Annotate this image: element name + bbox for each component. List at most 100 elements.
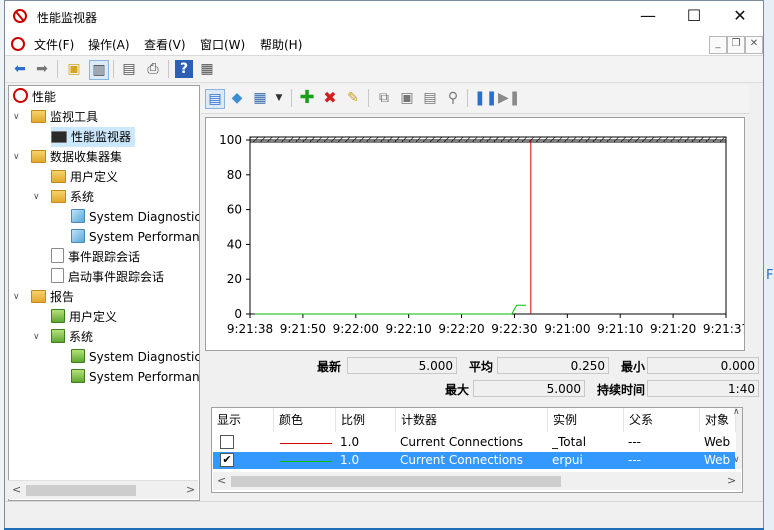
data-collector-set-icon (71, 229, 85, 243)
scroll-right-icon[interactable]: > (727, 474, 736, 487)
menu-window[interactable]: 窗口(W) (200, 36, 245, 53)
performance-icon (13, 88, 28, 103)
table-vertical-scrollbar[interactable]: ∧ ∨ (733, 408, 742, 469)
tree-item-report-system-performance[interactable]: System Performance (71, 367, 199, 387)
scroll-up-icon[interactable]: ∧ (733, 408, 740, 417)
average-value: 0.250 (497, 357, 609, 374)
tree-item-data-collector-sets[interactable]: ∨ 数据收集器集 (13, 147, 122, 167)
mmc-system-menu-icon[interactable] (11, 37, 25, 51)
print-icon[interactable]: ⎙ (144, 60, 162, 78)
tree-item-system-performance[interactable]: System Performance (71, 227, 199, 247)
view-current-activity-icon[interactable]: ▤ (205, 89, 225, 109)
performance-monitor-icon (51, 131, 67, 143)
minimize-button[interactable]: — (625, 1, 671, 33)
status-bar (5, 501, 763, 528)
show-checkbox[interactable] (220, 435, 234, 449)
title-bar: 性能监视器 — ☐ ✕ (5, 1, 763, 33)
child-minimize-button[interactable]: _ (709, 36, 727, 54)
tree-item-reports[interactable]: ∨ 报告 (13, 287, 74, 307)
header-counter[interactable]: 计数器 (396, 408, 548, 432)
menu-file[interactable]: 文件(F) (34, 36, 74, 53)
x-tick-label: 9:22:00 (333, 322, 379, 336)
row-counter: Current Connections (400, 453, 524, 467)
show-hide-console-tree-icon[interactable]: ▥ (89, 60, 109, 80)
chevron-down-icon[interactable]: ∨ (33, 327, 43, 347)
back-arrow-icon[interactable]: ⬅ (11, 60, 29, 78)
tree-item-system-diagnostics[interactable]: System Diagnostics (71, 207, 199, 227)
maximize-button[interactable]: ☐ (671, 1, 717, 33)
scroll-left-icon[interactable]: < (12, 483, 21, 496)
scroll-down-icon[interactable]: ∨ (733, 455, 740, 465)
folder-icon (51, 170, 66, 183)
tree-scrollbar-thumb[interactable] (26, 485, 136, 496)
tree-item-system[interactable]: ∨ 系统 (33, 187, 94, 207)
header-instance[interactable]: 实例 (548, 408, 624, 432)
minimum-value: 0.000 (647, 357, 759, 374)
scroll-left-icon[interactable]: < (217, 474, 226, 487)
properties-icon[interactable]: ▦ (198, 60, 216, 78)
menu-help[interactable]: 帮助(H) (260, 36, 302, 53)
chevron-down-icon[interactable]: ∨ (13, 147, 23, 167)
change-graph-type-icon[interactable]: ▦ (251, 89, 269, 107)
tree-item-report-user-defined[interactable]: 用户定义 (51, 307, 117, 327)
paste-counter-list-icon[interactable]: ▣ (398, 89, 416, 107)
plot-frame (249, 139, 727, 315)
maximum-label: 最大 (444, 383, 469, 397)
scroll-right-icon[interactable]: > (186, 483, 195, 496)
freeze-display-icon[interactable]: ❚❚ (474, 89, 497, 107)
tree-item-report-system[interactable]: ∨ 系统 (33, 327, 93, 347)
folder-icon (31, 150, 46, 163)
header-show[interactable]: 显示 (212, 408, 274, 432)
row-instance: erpui (552, 453, 583, 467)
menu-action[interactable]: 操作(A) (88, 36, 130, 53)
tree-item-monitoring-tools[interactable]: ∨ 监视工具 (13, 107, 98, 127)
add-counter-icon[interactable]: ✚ (298, 89, 316, 107)
tree-item-performance-monitor[interactable]: 性能监视器 (51, 127, 136, 147)
help-icon[interactable]: ? (175, 60, 193, 78)
header-scale[interactable]: 比例 (336, 408, 396, 432)
y-tick-label: 20 (227, 272, 242, 286)
header-parent[interactable]: 父系 (624, 408, 700, 432)
y-tick-label: 40 (227, 237, 242, 251)
tree-item-report-system-diagnostics[interactable]: System Diagnostics (71, 347, 199, 367)
graph-type-dropdown-icon[interactable]: ▼ (270, 89, 288, 107)
table-horizontal-scrollbar[interactable]: < > (213, 472, 741, 490)
report-icon (71, 349, 85, 363)
report-icon (71, 369, 85, 383)
folder-icon (51, 190, 66, 203)
copy-properties-icon[interactable]: ⧉ (375, 89, 393, 107)
zoom-icon[interactable]: ⚲ (444, 89, 462, 107)
table-scrollbar-thumb[interactable] (231, 476, 561, 487)
child-restore-button[interactable]: ❐ (727, 36, 745, 54)
tree-item-startup-event-trace-sessions[interactable]: 启动事件跟踪会话 (51, 267, 164, 287)
chevron-down-icon[interactable]: ∨ (13, 287, 23, 307)
export-list-icon[interactable]: ▤ (120, 60, 138, 78)
header-object[interactable]: 对象 (700, 408, 736, 432)
up-folder-icon[interactable]: ▣ (65, 60, 83, 78)
menu-view[interactable]: 查看(V) (144, 36, 186, 53)
header-color[interactable]: 颜色 (274, 408, 336, 432)
close-button[interactable]: ✕ (717, 1, 763, 33)
y-tick-label: 60 (227, 203, 242, 217)
tree-item-user-defined[interactable]: 用户定义 (51, 167, 118, 187)
tree-item-performance[interactable]: 性能 (13, 87, 56, 107)
average-label: 平均 (468, 360, 493, 374)
tree-horizontal-scrollbar[interactable]: < > (8, 480, 198, 499)
trace-session-icon (51, 248, 64, 263)
report-icon (51, 309, 65, 323)
row-instance: _Total (552, 435, 587, 449)
update-data-icon[interactable]: ▶❚ (498, 89, 521, 107)
properties-icon[interactable]: ▤ (421, 89, 439, 107)
view-log-data-icon[interactable]: ◆ (228, 89, 246, 107)
performance-monitor-pane: ▤ ◆ ▦ ▼ ✚ ✖ ✎ ⧉ ▣ ▤ ⚲ ❚❚ ▶❚ 100 80 60 40 20 0… (201, 85, 759, 499)
delete-counter-icon[interactable]: ✖ (321, 89, 339, 107)
data-collector-set-icon (71, 209, 85, 223)
highlight-icon[interactable]: ✎ (344, 89, 362, 107)
tree-item-event-trace-sessions[interactable]: 事件跟踪会话 (51, 247, 140, 267)
show-checkbox[interactable]: ✔ (220, 453, 234, 467)
chevron-down-icon[interactable]: ∨ (13, 107, 23, 127)
child-close-button[interactable]: ✕ (745, 36, 763, 54)
forward-arrow-icon[interactable]: ➡ (33, 60, 51, 78)
line-chart: 100 80 60 40 20 09:21:38 9:21:50 9:22:00 9:22:10… (219, 133, 749, 336)
chevron-down-icon[interactable]: ∨ (33, 187, 43, 207)
